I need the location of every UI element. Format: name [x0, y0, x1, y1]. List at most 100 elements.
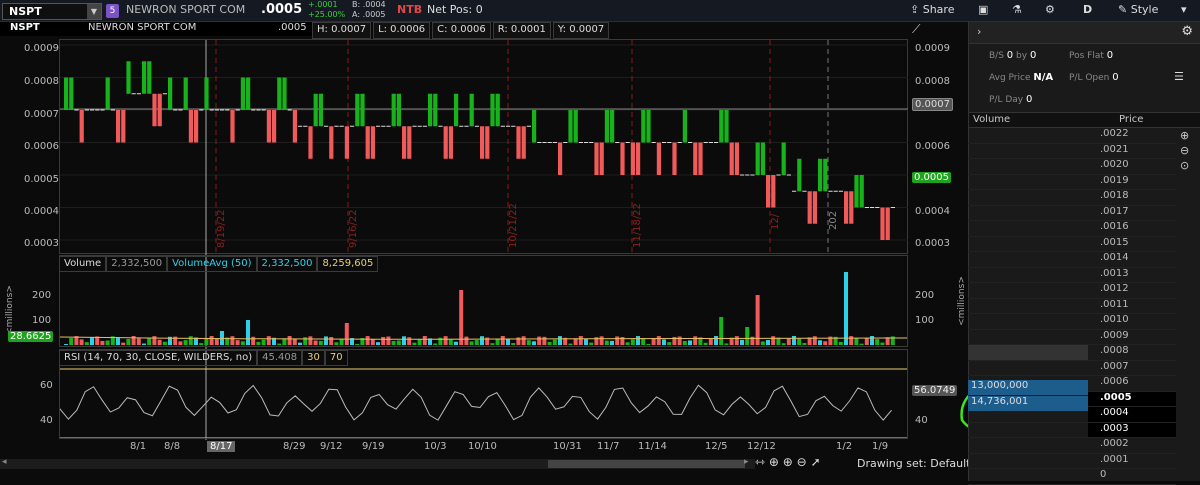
ladder-volume-cell[interactable]: [968, 175, 1088, 190]
candle: [105, 77, 110, 110]
date-tick: 11/7: [597, 441, 620, 452]
panel-gear-icon[interactable]: ⚙: [1181, 24, 1193, 39]
candle: [573, 110, 578, 143]
ladder-volume-cell[interactable]: [968, 144, 1088, 159]
ladder-price-cell[interactable]: .0013: [1088, 268, 1176, 283]
ladder-price-cell[interactable]: .0004: [1088, 407, 1176, 423]
candle: [396, 93, 401, 127]
scroll-left-icon[interactable]: ◂: [2, 457, 7, 467]
candle: [719, 110, 724, 143]
zoom-in-icon[interactable]: ⊕: [783, 455, 793, 469]
ladder-minus-icon[interactable]: ⊖: [1180, 143, 1189, 158]
ladder-price-cell[interactable]: .0020: [1088, 159, 1176, 175]
ladder-price-cell[interactable]: .0001: [1088, 454, 1176, 469]
ladder-price-cell[interactable]: .0019: [1088, 175, 1176, 190]
candle: [781, 142, 786, 175]
ladder-volume-cell[interactable]: [968, 206, 1088, 221]
chart-scrollbar[interactable]: ◂ ▸: [0, 457, 755, 469]
crosshair-icon[interactable]: ⊕: [769, 455, 779, 469]
candle: [672, 142, 677, 175]
candle: [771, 175, 776, 208]
ladder-price-cell[interactable]: .0010: [1088, 314, 1176, 330]
ladder-price-cell[interactable]: .0008: [1088, 345, 1176, 361]
pan-icon[interactable]: ⇿: [755, 455, 765, 469]
list-icon[interactable]: ☰: [1174, 70, 1184, 83]
ladder-volume-cell[interactable]: [968, 268, 1088, 283]
candle: [391, 93, 396, 127]
ladder-volume-cell[interactable]: [968, 128, 1088, 144]
ladder-price-cell[interactable]: .0006: [1088, 376, 1176, 392]
bid-size-0005[interactable]: 13,000,000: [968, 380, 1088, 395]
ladder-plus-icon[interactable]: ⊕: [1180, 128, 1189, 143]
candle: [480, 126, 485, 159]
ladder-volume-cell[interactable]: [968, 283, 1088, 299]
ladder-price-cell[interactable]: .0011: [1088, 299, 1176, 314]
vol-tick-left: 200: [32, 290, 52, 301]
cursor-icon[interactable]: ➚: [811, 455, 821, 469]
candle: [823, 158, 828, 192]
ladder-volume-cell[interactable]: [968, 252, 1088, 268]
ladder-volume-cell[interactable]: [968, 361, 1088, 376]
price-tick-right: 0.0006: [915, 141, 950, 152]
candle: [724, 110, 729, 143]
ladder-price-cell[interactable]: .0017: [1088, 206, 1176, 221]
ladder-price-cell[interactable]: .0012: [1088, 283, 1176, 299]
candle: [766, 175, 771, 208]
ladder-price-cell[interactable]: .0021: [1088, 144, 1176, 159]
bid-size-0004[interactable]: 14,736,001: [968, 396, 1088, 411]
candle: [495, 93, 500, 127]
ladder-volume-cell[interactable]: [968, 423, 1088, 438]
ladder-price-cell[interactable]: .0005: [1088, 391, 1176, 407]
ladder-price-cell[interactable]: .0003: [1088, 422, 1176, 438]
candle: [282, 77, 287, 110]
drawing-set[interactable]: Drawing set: Default: [857, 457, 970, 470]
date-marker-label: 9/16/22: [348, 209, 359, 248]
ladder-price-cell[interactable]: .0007: [1088, 361, 1176, 376]
ladder-price-cell[interactable]: 0: [1088, 469, 1176, 485]
ladder-volume-cell[interactable]: [968, 345, 1088, 361]
ladder-price-cell[interactable]: .0016: [1088, 221, 1176, 237]
ladder-center-icon[interactable]: ⊙: [1180, 158, 1189, 173]
price-tick-right: 0.0009: [915, 43, 950, 54]
candle: [69, 77, 74, 110]
price-tick-left: 0.0006: [24, 141, 59, 152]
date-tick: 8/29: [283, 441, 306, 452]
ladder-price-cell[interactable]: .0009: [1088, 330, 1176, 345]
candle: [604, 110, 609, 143]
candle: [885, 207, 890, 240]
ladder-volume-cell[interactable]: [968, 330, 1088, 345]
date-marker-label: 8/19/22: [216, 209, 227, 248]
ladder-volume-cell[interactable]: [968, 190, 1088, 206]
candle: [558, 142, 563, 175]
volume-badge: 28.6625: [8, 331, 54, 342]
ladder-price-cell[interactable]: .0022: [1088, 128, 1176, 144]
candle: [682, 110, 687, 143]
candle: [142, 61, 147, 94]
price-tick-left: 0.0007: [24, 109, 59, 120]
candle: [355, 93, 360, 127]
ladder-price-cell[interactable]: .0015: [1088, 237, 1176, 252]
ladder-price-cell[interactable]: .0014: [1088, 252, 1176, 268]
expand-icon[interactable]: ›: [977, 25, 981, 38]
ladder-price-cell[interactable]: .0002: [1088, 438, 1176, 454]
candle: [344, 126, 349, 159]
ladder-volume-cell[interactable]: [968, 469, 1088, 485]
date-tick: 8/8: [164, 441, 181, 452]
avgprice-field: Avg Price N/A: [989, 72, 1054, 83]
ladder-volume-cell[interactable]: [968, 237, 1088, 252]
rsi-tick-right: 40: [915, 415, 928, 426]
scroll-right-icon[interactable]: ▸: [744, 457, 749, 467]
ladder-volume-cell[interactable]: [968, 299, 1088, 314]
ladder-volume-cell[interactable]: [968, 454, 1088, 469]
zoom-out-icon[interactable]: ⊖: [797, 455, 807, 469]
date-marker-label: 202: [828, 211, 839, 230]
ladder-price-cell[interactable]: .0018: [1088, 190, 1176, 206]
ladder-volume-cell[interactable]: [968, 221, 1088, 237]
ladder-volume-cell[interactable]: [968, 159, 1088, 175]
ladder-volume-cell[interactable]: [968, 314, 1088, 330]
price-tick-right: 0.0008: [915, 76, 950, 87]
ladder-volume-cell[interactable]: [968, 438, 1088, 454]
scrollbar-thumb[interactable]: [548, 460, 745, 468]
last-price-label: 0.0005: [912, 172, 951, 183]
panel-header: › ⚙: [969, 22, 1200, 44]
